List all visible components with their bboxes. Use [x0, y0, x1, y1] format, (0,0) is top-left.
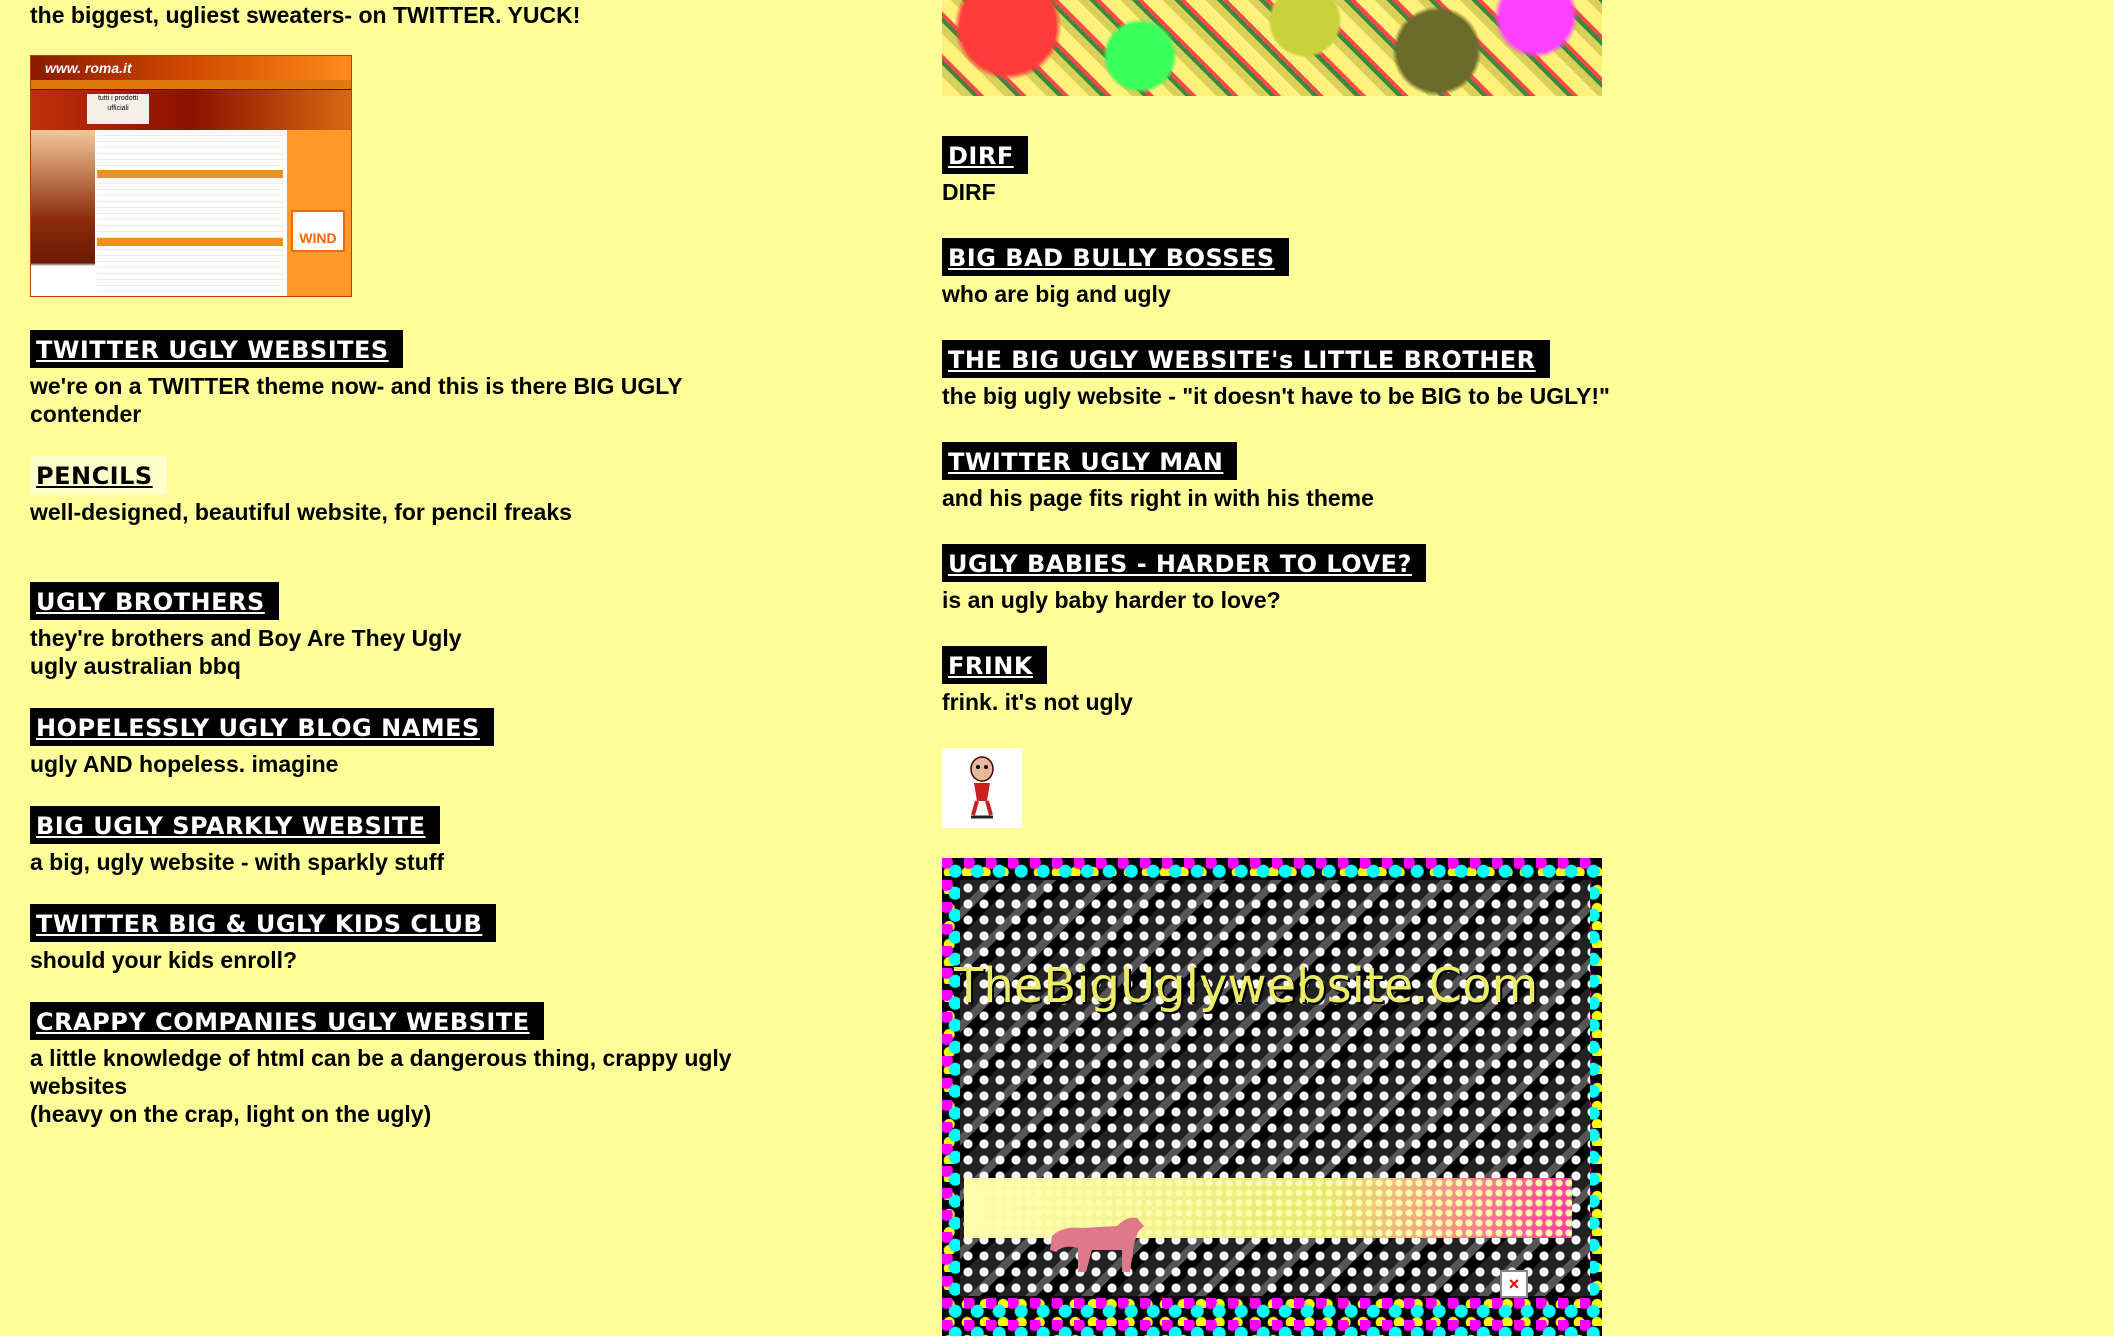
- link-frink[interactable]: FRINK: [942, 646, 1047, 684]
- list-item: TWITTER UGLY MAN and his page fits right…: [942, 442, 1374, 512]
- close-box-icon[interactable]: ×: [1500, 1270, 1528, 1298]
- link-hopelessly-ugly-blog-names[interactable]: HOPELESSLY UGLY BLOG NAMES: [30, 708, 494, 746]
- roma-nav-bar: [31, 80, 351, 90]
- entry-description: a big, ugly website - with sparkly stuff: [30, 849, 445, 875]
- entry-description: well-designed, beautiful website, for pe…: [30, 499, 572, 525]
- entry-description: should your kids enroll?: [30, 947, 298, 973]
- list-item: TWITTER BIG & UGLY KIDS CLUB should your…: [30, 904, 497, 974]
- list-item: DIRF DIRF: [942, 136, 1028, 206]
- list-item: THE BIG UGLY WEBSITE's LITTLE BROTHER th…: [942, 340, 1610, 410]
- entry-description: is an ugly baby harder to love?: [942, 587, 1281, 613]
- link-crappy-companies-ugly-website[interactable]: CRAPPY COMPANIES UGLY WEBSITE: [30, 1002, 544, 1040]
- link-big-ugly-website-little-brother[interactable]: THE BIG UGLY WEBSITE's LITTLE BROTHER: [942, 340, 1550, 378]
- link-pencils[interactable]: PENCILS: [30, 456, 167, 494]
- entry-description: a little knowledge of html can be a dang…: [30, 1045, 732, 1127]
- list-item: BIG BAD BULLY BOSSES who are big and ugl…: [942, 238, 1289, 308]
- list-item: TWITTER UGLY WEBSITES we're on a TWITTER…: [30, 330, 683, 428]
- entry-description: ugly AND hopeless. imagine: [30, 751, 339, 777]
- entry-description: we're on a TWITTER theme now- and this i…: [30, 373, 683, 427]
- big-ugly-website-banner[interactable]: TheBigUglywebsite.Com ×: [942, 858, 1602, 1336]
- link-big-ugly-sparkly-website[interactable]: BIG UGLY SPARKLY WEBSITE: [30, 806, 440, 844]
- roma-sidebar: [31, 130, 95, 296]
- list-item: PENCILS well-designed, beautiful website…: [30, 456, 572, 526]
- list-item: UGLY BROTHERS they're brothers and Boy A…: [30, 582, 462, 680]
- colorful-pattern-image[interactable]: [942, 0, 1602, 96]
- dog-silhouette-icon: [1050, 1217, 1144, 1272]
- entry-description: who are big and ugly: [942, 281, 1171, 307]
- link-ugly-brothers[interactable]: UGLY BROTHERS: [30, 582, 279, 620]
- roma-site-thumbnail[interactable]: www. roma.it tutti i prodotti ufficiali …: [30, 55, 352, 297]
- list-item: CRAPPY COMPANIES UGLY WEBSITE a little k…: [30, 1002, 732, 1128]
- roma-content: [97, 130, 283, 296]
- doll-figure-icon[interactable]: [942, 748, 1022, 828]
- roma-body: WIND: [31, 130, 351, 296]
- link-twitter-ugly-websites[interactable]: TWITTER UGLY WEBSITES: [30, 330, 403, 368]
- entry-description: and his page fits right in with his them…: [942, 485, 1374, 511]
- entry-description: they're brothers and Boy Are They Ugly u…: [30, 625, 462, 679]
- roma-sponsor-logo: WIND: [291, 210, 345, 252]
- link-twitter-ugly-man[interactable]: TWITTER UGLY MAN: [942, 442, 1238, 480]
- entry-description: DIRF: [942, 179, 996, 205]
- entry-description: the big ugly website - "it doesn't have …: [942, 383, 1610, 409]
- entry-description: frink. it's not ugly: [942, 689, 1133, 715]
- link-big-bad-bully-bosses[interactable]: BIG BAD BULLY BOSSES: [942, 238, 1289, 276]
- link-twitter-big-ugly-kids-club[interactable]: TWITTER BIG & UGLY KIDS CLUB: [30, 904, 497, 942]
- list-item: BIG UGLY SPARKLY WEBSITE a big, ugly web…: [30, 806, 444, 876]
- list-item: FRINK frink. it's not ugly: [942, 646, 1133, 716]
- roma-logo: www. roma.it: [31, 56, 351, 80]
- list-item: HOPELESSLY UGLY BLOG NAMES ugly AND hope…: [30, 708, 494, 778]
- link-ugly-babies[interactable]: UGLY BABIES - HARDER TO LOVE?: [942, 544, 1426, 582]
- list-item: UGLY BABIES - HARDER TO LOVE? is an ugly…: [942, 544, 1426, 614]
- link-dirf[interactable]: DIRF: [942, 136, 1028, 174]
- banner-title: TheBigUglywebsite.Com: [954, 958, 1539, 1014]
- intro-text: the biggest, ugliest sweaters- on TWITTE…: [30, 2, 581, 28]
- roma-banner: tutti i prodotti ufficiali: [31, 90, 351, 130]
- roma-products-box: tutti i prodotti ufficiali: [87, 94, 149, 124]
